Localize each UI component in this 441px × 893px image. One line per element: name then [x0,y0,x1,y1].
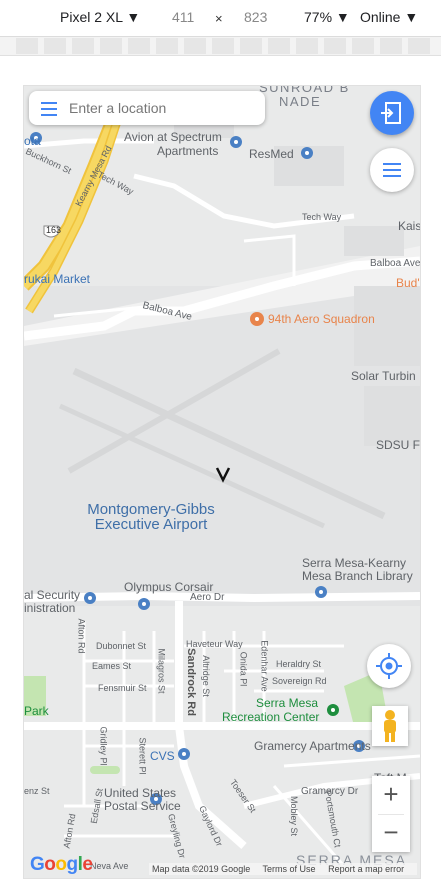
map-attribution: Map data ©2019 Google Terms of Use Repor… [149,863,418,875]
map-label-library-1: Serra Mesa-Kearny [302,556,407,570]
map-label-airport-line2: Executive Airport [94,516,208,533]
map-label-enz: enz St [24,786,50,796]
map-label-afton-rd: Afton Rd [76,618,87,654]
map-label-post-2: Postal Service [104,799,181,813]
map-data-text: Map data ©2019 Google [152,864,251,874]
map-label-post-1: United States [104,786,177,800]
map-label-resmed: ResMed [249,147,294,161]
map-label-rec-2: Recreation Center [222,710,320,724]
map-label-heraldry: Heraldry St [276,659,322,669]
street-view-pegman[interactable] [372,706,408,746]
devtools-toolbar: Pixel 2 XL ▼ 411 × 823 77% ▼ Online ▼ [0,0,441,37]
login-icon [381,102,401,124]
map-viewport[interactable]: SUNROAD B NADE Avion at Spectrum Apartme… [23,85,421,879]
map-label-edenhar: Edenhar Ave [259,640,270,692]
report-error-link[interactable]: Report a map error [328,864,404,874]
map-label-mobley: Mobley St [289,795,300,837]
map-label-sdsu: SDSU Fo [376,438,421,452]
media-query-bar[interactable] [0,37,441,56]
map-label-fensmuir: Fensmuir St [98,683,147,693]
map-label-sovereign: Sovereign Rd [272,676,327,686]
map-label-cvs: CVS [150,749,175,763]
layers-menu-button[interactable] [370,148,414,192]
map-label-social-security-2: inistration [24,601,76,615]
map-label-rukai: rukai Market [24,272,91,286]
dimension-separator: × [215,11,223,26]
map-label-milagros: Milagros St [156,648,167,694]
zoom-out-button[interactable]: − [372,814,410,852]
map-label-sandrock: Sandrock Rd [184,648,197,716]
zoom-control: + − [372,776,410,852]
height-field[interactable]: 823 [244,9,267,25]
map-label-budl: Bud'l [396,276,421,290]
map-label-park: Park [24,704,49,718]
location-search-input[interactable] [67,99,261,117]
width-field[interactable]: 411 [172,9,194,25]
map-label-kais: Kais [398,219,421,233]
map-label-avion-1: Avion at Spectrum [124,130,222,144]
map-label-neva: Neva Ave [90,861,129,871]
map-label-aero-squadron: 94th Aero Squadron [268,312,375,326]
map-label-gramercy-apts: Gramercy Apartments [254,739,371,753]
network-select[interactable]: Online ▼ [360,9,418,25]
menu-icon[interactable] [41,102,57,120]
map-label-sterett: Sterett Pl [137,737,148,775]
zoom-in-button[interactable]: + [372,776,410,814]
pegman-icon [384,710,396,742]
my-location-button[interactable] [367,644,411,688]
route-shield-label: 163 [46,225,62,235]
terms-link[interactable]: Terms of Use [263,864,316,874]
login-button[interactable] [370,91,414,135]
crosshair-icon [376,653,402,679]
map-label-dubonnet: Dubonnet St [96,641,147,651]
map-label-eames: Eames St [92,661,132,671]
google-logo: Google [30,854,93,875]
map-label-aero-dr: Aero Dr [190,592,225,603]
location-search-box [29,91,265,125]
map-label-onida: Onida Pl [238,651,249,687]
map-label-nade: NADE [279,94,322,109]
map-label-library-2: Mesa Branch Library [302,569,413,583]
map-label-solar-turbin: Solar Turbin [351,369,416,383]
map-label-gridley: Gridley Pl [98,726,109,766]
map-label-ota: ota [24,134,41,148]
map-label-airport-line1: Montgomery-Gibbs [87,501,215,518]
map-label-altridge: Altridge St [200,655,211,697]
map-label-avion-2: Apartments [157,144,219,158]
map-label-social-security-1: al Security [24,588,81,602]
device-select[interactable]: Pixel 2 XL ▼ [60,9,140,25]
map-label-balboa-ave-right: Balboa Ave [370,258,421,269]
map-label-tech-way-2: Tech Way [302,212,342,222]
zoom-select[interactable]: 77% ▼ [304,9,350,25]
map-label-rec-1: Serra Mesa [256,696,319,710]
